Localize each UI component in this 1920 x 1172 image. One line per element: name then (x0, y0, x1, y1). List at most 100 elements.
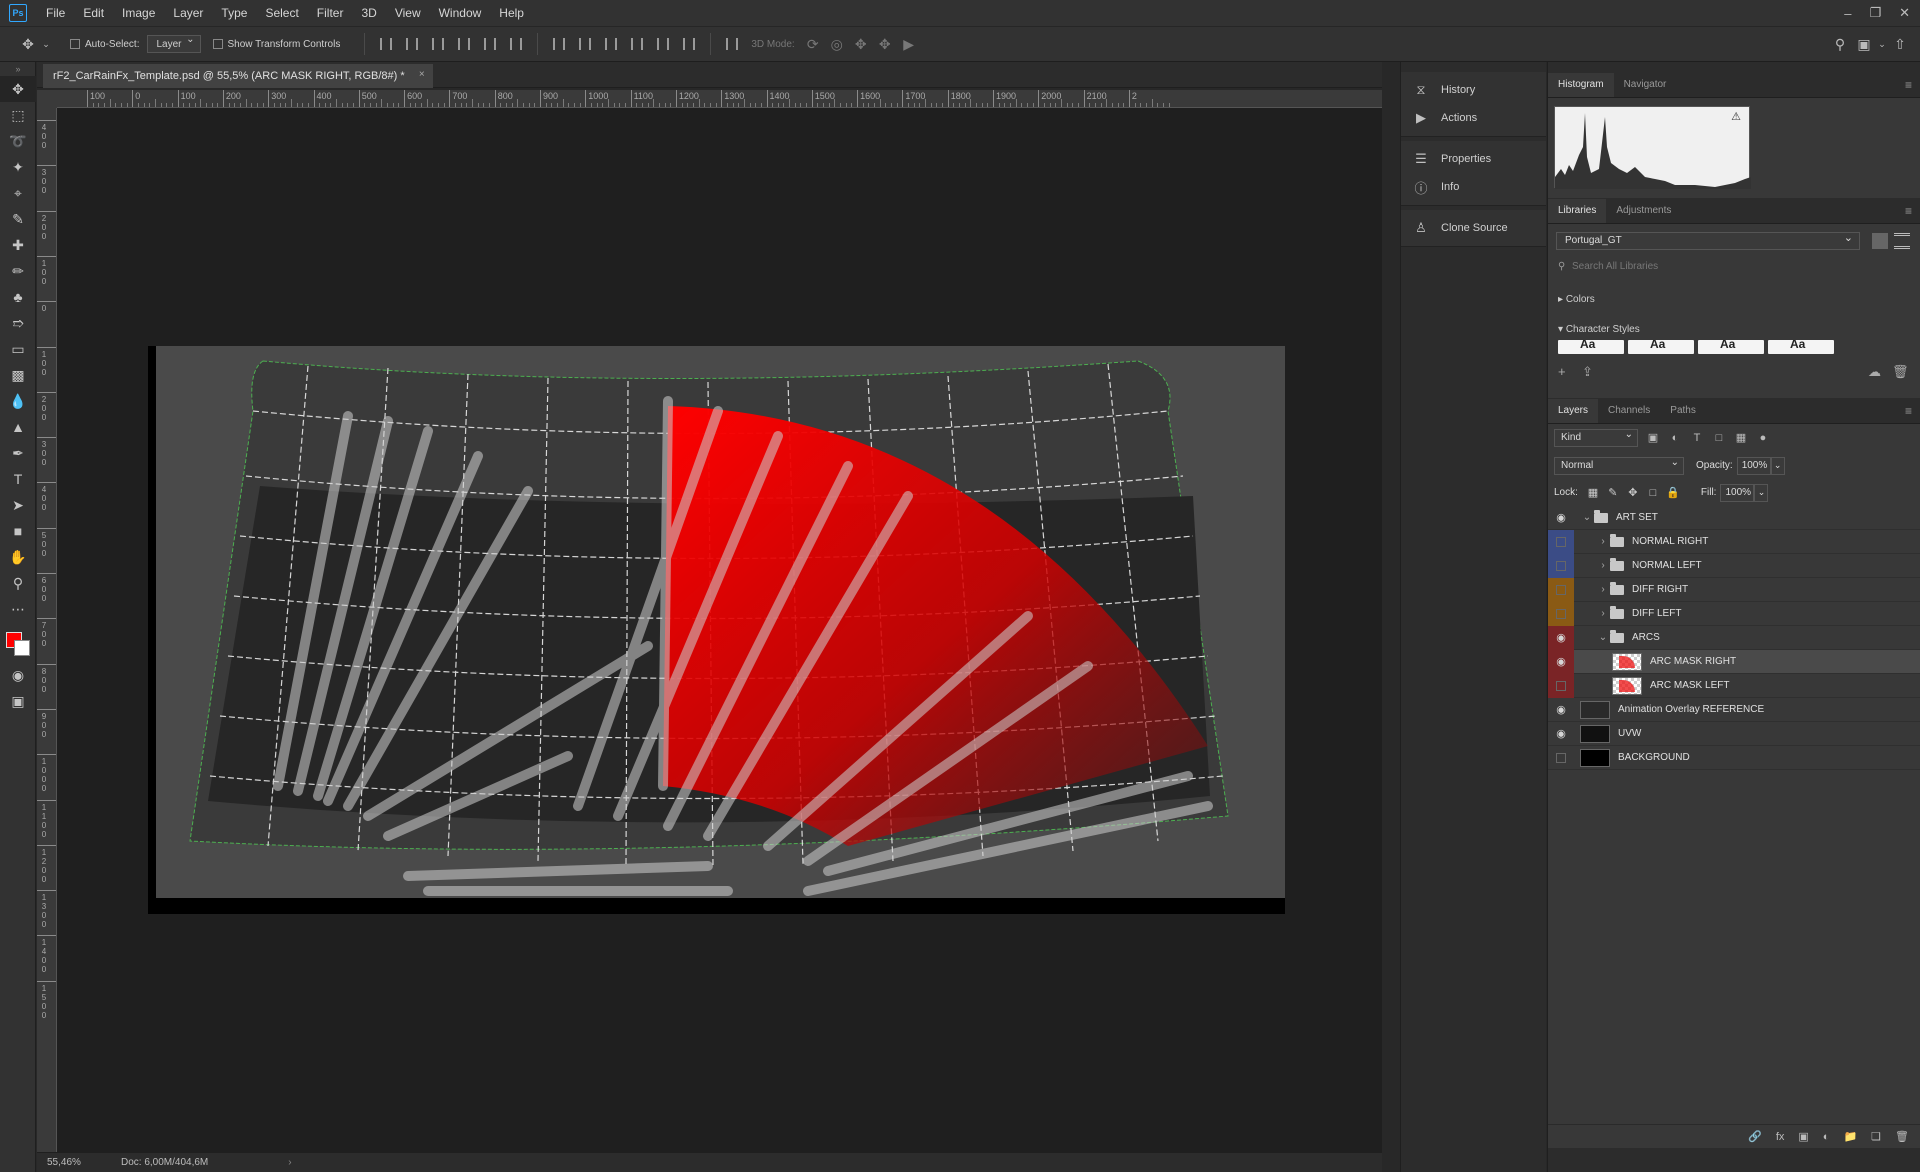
blend-mode-dropdown[interactable]: Normal (1554, 455, 1684, 475)
collapsed-panel-info[interactable]: ⓘ Info (1401, 173, 1546, 201)
layer-group-row[interactable]: ◉ ⌄ ART SET (1548, 506, 1920, 530)
background-color-swatch[interactable] (14, 640, 30, 656)
align-right-icon[interactable] (507, 35, 525, 53)
character-style-swatch[interactable] (1698, 340, 1764, 354)
auto-select-target-dropdown[interactable]: Layer (147, 34, 201, 53)
quick-mask-icon[interactable]: ◉ (0, 662, 36, 688)
warning-icon[interactable]: ⚠ (1731, 110, 1741, 123)
menu-select[interactable]: Select (256, 0, 307, 26)
library-section-colors[interactable]: ▸ Colors (1558, 294, 1595, 305)
panel-menu-icon[interactable]: ≡ (1905, 404, 1912, 418)
menu-edit[interactable]: Edit (74, 0, 113, 26)
gradient-tool-icon[interactable]: ▩ (0, 362, 36, 388)
eye-icon[interactable]: ◉ (1548, 722, 1574, 746)
type-filter-icon[interactable]: T (1690, 431, 1704, 445)
link-layers-icon[interactable]: 🔗 (1748, 1130, 1762, 1143)
close-button[interactable]: ✕ (1899, 5, 1910, 21)
auto-select-checkbox[interactable]: Auto-Select: (70, 39, 139, 50)
drag-3d-icon[interactable]: ✥ (849, 32, 873, 56)
distribute-right-icon[interactable] (680, 35, 698, 53)
document-canvas[interactable] (148, 346, 1285, 914)
auto-align-icon[interactable] (723, 35, 741, 53)
layer-row[interactable]: ◉ UVW (1548, 722, 1920, 746)
grid-view-icon[interactable] (1872, 233, 1888, 249)
workspace-icon[interactable]: ▣ (1852, 32, 1876, 56)
eye-icon[interactable]: ◉ (1548, 649, 1574, 674)
delete-layer-icon[interactable]: 🗑 (1895, 1130, 1909, 1143)
layer-style-icon[interactable]: fx (1776, 1131, 1785, 1143)
lasso-tool-icon[interactable]: ➰ (0, 128, 36, 154)
align-top-icon[interactable] (377, 35, 395, 53)
status-arrow-icon[interactable]: › (288, 1157, 291, 1168)
collapsed-panel-history[interactable]: ⧖ History (1401, 76, 1546, 104)
eraser-tool-icon[interactable]: ▭ (0, 336, 36, 362)
new-group-icon[interactable]: 📁 (1843, 1130, 1857, 1143)
restore-button[interactable]: ❐ (1869, 5, 1881, 21)
menu-image[interactable]: Image (113, 0, 164, 26)
document-tab[interactable]: rF2_CarRainFx_Template.psd @ 55,5% (ARC … (43, 64, 433, 88)
layer-thumbnail[interactable] (1580, 700, 1610, 719)
lock-all-icon[interactable]: 🔒 (1666, 486, 1680, 500)
marquee-tool-icon[interactable]: ⬚ (0, 102, 36, 128)
pixel-filter-icon[interactable]: ▣ (1646, 431, 1660, 445)
chevron-down-icon[interactable]: ⌄ (1580, 512, 1594, 523)
chevron-down-icon[interactable]: ⌄ (40, 32, 52, 56)
menu-filter[interactable]: Filter (308, 0, 353, 26)
scale-3d-icon[interactable]: ▶ (897, 32, 921, 56)
tab-navigator[interactable]: Navigator (1614, 73, 1677, 97)
library-search-input[interactable]: ⚲ Search All Libraries (1556, 258, 1908, 276)
shape-filter-icon[interactable]: □ (1712, 431, 1726, 445)
add-content-icon[interactable]: + (1558, 364, 1566, 379)
align-horizontal-center-icon[interactable] (481, 35, 499, 53)
show-transform-checkbox[interactable]: Show Transform Controls (212, 39, 340, 50)
horizontal-ruler[interactable]: 100 0 100 200 300 400 500 600 700 800 900 1000 1100 1… (57, 90, 1382, 108)
library-section-character-styles[interactable]: ▾ Character Styles (1558, 324, 1640, 335)
visibility-toggle[interactable] (1548, 746, 1574, 770)
eye-icon[interactable]: ◉ (1548, 506, 1574, 530)
distribute-bottom-icon[interactable] (602, 35, 620, 53)
layer-group-row[interactable]: ◉ ⌄ ARCS (1548, 625, 1920, 650)
crop-tool-icon[interactable]: ⌖ (0, 180, 36, 206)
tab-adjustments[interactable]: Adjustments (1606, 199, 1681, 223)
chevron-right-icon[interactable]: › (1596, 536, 1610, 547)
panel-menu-icon[interactable]: ≡ (1905, 78, 1912, 92)
slide-3d-icon[interactable]: ✥ (873, 32, 897, 56)
menu-window[interactable]: Window (430, 0, 491, 26)
layer-thumbnail[interactable] (1580, 748, 1610, 767)
dodge-tool-icon[interactable]: ▲ (0, 414, 36, 440)
chevron-down-icon[interactable]: ⌄ (1876, 32, 1888, 56)
collapsed-panel-properties[interactable]: ☰ Properties (1401, 145, 1546, 173)
menu-3d[interactable]: 3D (352, 0, 385, 26)
chevron-right-icon[interactable]: › (1596, 608, 1610, 619)
character-style-swatch[interactable] (1558, 340, 1624, 354)
distribute-horizontal-center-icon[interactable] (654, 35, 672, 53)
more-tools-icon[interactable]: ⋯ (0, 596, 36, 622)
roll-3d-icon[interactable]: ◎ (825, 32, 849, 56)
eye-icon[interactable]: ◉ (1548, 625, 1574, 650)
layer-row[interactable]: ◉ ARC MASK RIGHT (1548, 649, 1920, 674)
menu-view[interactable]: View (386, 0, 430, 26)
path-selection-tool-icon[interactable]: ➤ (0, 492, 36, 518)
eyedropper-tool-icon[interactable]: ✎ (0, 206, 36, 232)
visibility-toggle[interactable] (1548, 577, 1574, 602)
library-dropdown[interactable]: Portugal_GT (1556, 230, 1860, 250)
new-layer-icon[interactable]: ❏ (1871, 1130, 1881, 1143)
tab-layers[interactable]: Layers (1548, 399, 1599, 423)
canvas-area[interactable] (57, 108, 1382, 1152)
lock-position-icon[interactable]: ✥ (1626, 486, 1640, 500)
layer-thumbnail[interactable] (1612, 652, 1642, 671)
clone-stamp-tool-icon[interactable]: ♣ (0, 284, 36, 310)
align-left-icon[interactable] (455, 35, 473, 53)
align-bottom-icon[interactable] (429, 35, 447, 53)
chevron-down-icon[interactable]: ⌄ (1596, 632, 1610, 643)
character-style-swatch[interactable] (1628, 340, 1694, 354)
distribute-left-icon[interactable] (628, 35, 646, 53)
smart-object-filter-icon[interactable]: ▦ (1734, 431, 1748, 445)
tab-libraries[interactable]: Libraries (1548, 199, 1607, 223)
opacity-field[interactable]: 100% (1736, 456, 1771, 475)
share-icon[interactable]: ⇧ (1888, 32, 1912, 56)
brush-tool-icon[interactable]: ✏ (0, 258, 36, 284)
collapsed-panel-clone-source[interactable]: ♙ Clone Source (1401, 214, 1546, 242)
distribute-top-icon[interactable] (550, 35, 568, 53)
rectangle-tool-icon[interactable]: ■ (0, 518, 36, 544)
